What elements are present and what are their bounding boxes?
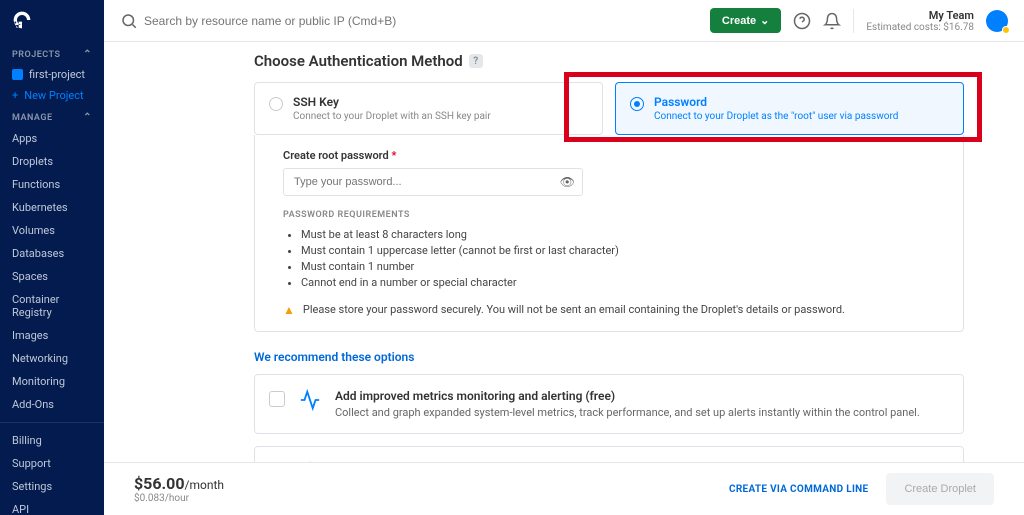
ssh-title: SSH Key xyxy=(293,95,491,109)
option-backups[interactable]: Going to production? Enable backups (+$1… xyxy=(254,446,964,462)
requirement-item: Cannot end in a number or special charac… xyxy=(301,276,935,289)
bell-icon[interactable] xyxy=(823,12,841,30)
sidebar: PROJECTS ⌃ first-project + New Project M… xyxy=(0,0,104,515)
new-project-button[interactable]: + New Project xyxy=(0,85,104,106)
plus-icon: + xyxy=(12,89,18,102)
avatar[interactable] xyxy=(986,10,1008,32)
password-input-wrap: 👁 xyxy=(283,168,583,196)
auth-title-text: Choose Authentication Method xyxy=(254,52,463,70)
sidebar-item-databases[interactable]: Databases xyxy=(0,242,104,265)
password-warning: ▲ Please store your password securely. Y… xyxy=(283,303,935,317)
content: Choose Authentication Method ? SSH Key C… xyxy=(104,42,1024,462)
password-section: Create root password * 👁 PASSWORD REQUIR… xyxy=(254,135,964,332)
sidebar-item-apps[interactable]: Apps xyxy=(0,127,104,150)
manage-section-header[interactable]: MANAGE ⌃ xyxy=(0,106,104,127)
manage-label: MANAGE xyxy=(12,113,53,123)
metrics-icon xyxy=(299,389,321,411)
create-label: Create xyxy=(722,15,756,27)
password-label-text: Create root password xyxy=(283,149,389,162)
price-hourly: $0.083/hour xyxy=(134,493,224,504)
chevron-up-icon: ⌃ xyxy=(83,112,92,123)
team-info[interactable]: My Team Estimated costs: $16.78 xyxy=(853,9,974,33)
sidebar-item-billing[interactable]: Billing xyxy=(0,429,104,452)
sidebar-item-support[interactable]: Support xyxy=(0,452,104,475)
create-via-cli-link[interactable]: CREATE VIA COMMAND LINE xyxy=(729,484,868,495)
main-area: Create ⌄ My Team Estimated costs: $16.78… xyxy=(104,0,1024,515)
price-unit: /month xyxy=(185,478,224,492)
search-input[interactable] xyxy=(144,14,698,28)
ssh-desc: Connect to your Droplet with an SSH key … xyxy=(293,111,491,122)
sidebar-item-monitoring[interactable]: Monitoring xyxy=(0,370,104,393)
project-label: first-project xyxy=(29,68,85,81)
sidebar-item-images[interactable]: Images xyxy=(0,324,104,347)
requirement-item: Must be at least 8 characters long xyxy=(301,228,935,241)
sidebar-item-kubernetes[interactable]: Kubernetes xyxy=(0,196,104,219)
recommend-title: We recommend these options xyxy=(254,350,964,364)
metrics-title: Add improved metrics monitoring and aler… xyxy=(335,389,920,403)
notification-dot-icon xyxy=(1002,26,1010,34)
auth-options: SSH Key Connect to your Droplet with an … xyxy=(254,82,964,135)
team-name: My Team xyxy=(866,9,974,22)
chevron-down-icon: ⌄ xyxy=(760,14,769,27)
team-cost: Estimated costs: $16.78 xyxy=(866,22,974,33)
requirement-item: Must contain 1 number xyxy=(301,260,935,273)
password-title: Password xyxy=(654,95,898,109)
sidebar-item-droplets[interactable]: Droplets xyxy=(0,150,104,173)
help-icon[interactable] xyxy=(793,12,811,30)
root-password-input[interactable] xyxy=(283,168,583,196)
sidebar-item-container-registry[interactable]: Container Registry xyxy=(0,288,104,324)
auth-section-title: Choose Authentication Method ? xyxy=(254,52,964,70)
radio-password[interactable] xyxy=(630,97,644,111)
sidebar-item-networking[interactable]: Networking xyxy=(0,347,104,370)
password-desc: Connect to your Droplet as the "root" us… xyxy=(654,111,898,122)
checkbox-metrics[interactable] xyxy=(269,391,285,407)
price-block: $56.00/month $0.083/hour xyxy=(134,474,224,504)
projects-label: PROJECTS xyxy=(12,50,61,60)
requirements-title: PASSWORD REQUIREMENTS xyxy=(283,210,935,220)
requirement-item: Must contain 1 uppercase letter (cannot … xyxy=(301,244,935,257)
topbar: Create ⌄ My Team Estimated costs: $16.78 xyxy=(104,0,1024,42)
warning-icon: ▲ xyxy=(283,303,295,317)
chevron-up-icon: ⌃ xyxy=(83,49,92,60)
required-asterisk: * xyxy=(391,149,396,162)
password-field-label: Create root password * xyxy=(283,149,935,162)
radio-ssh[interactable] xyxy=(269,97,283,111)
help-badge-icon[interactable]: ? xyxy=(469,54,483,68)
sidebar-item-spaces[interactable]: Spaces xyxy=(0,265,104,288)
sidebar-item-functions[interactable]: Functions xyxy=(0,173,104,196)
eye-icon[interactable]: 👁 xyxy=(560,175,575,189)
auth-option-ssh[interactable]: SSH Key Connect to your Droplet with an … xyxy=(254,82,603,135)
create-button[interactable]: Create ⌄ xyxy=(710,8,781,33)
sidebar-item-volumes[interactable]: Volumes xyxy=(0,219,104,242)
digitalocean-logo[interactable] xyxy=(0,0,104,43)
auth-option-password[interactable]: Password Connect to your Droplet as the … xyxy=(615,82,964,135)
price-value: $56.00 xyxy=(134,474,185,493)
sidebar-item-api[interactable]: API xyxy=(0,498,104,515)
projects-section-header[interactable]: PROJECTS ⌃ xyxy=(0,43,104,64)
metrics-desc: Collect and graph expanded system-level … xyxy=(335,406,920,419)
option-metrics[interactable]: Add improved metrics monitoring and aler… xyxy=(254,374,964,434)
search-icon xyxy=(120,12,138,30)
project-icon xyxy=(12,69,23,80)
sidebar-item-first-project[interactable]: first-project xyxy=(0,64,104,85)
footer-bar: $56.00/month $0.083/hour CREATE VIA COMM… xyxy=(104,462,1024,515)
warning-text: Please store your password securely. You… xyxy=(303,303,845,316)
footer-actions: CREATE VIA COMMAND LINE Create Droplet xyxy=(729,473,994,505)
sidebar-item-addons[interactable]: Add-Ons xyxy=(0,393,104,416)
new-project-label: New Project xyxy=(24,89,83,102)
search-wrap xyxy=(120,12,698,30)
sidebar-item-settings[interactable]: Settings xyxy=(0,475,104,498)
requirements-list: Must be at least 8 characters long Must … xyxy=(283,228,935,289)
create-droplet-button[interactable]: Create Droplet xyxy=(886,473,994,505)
